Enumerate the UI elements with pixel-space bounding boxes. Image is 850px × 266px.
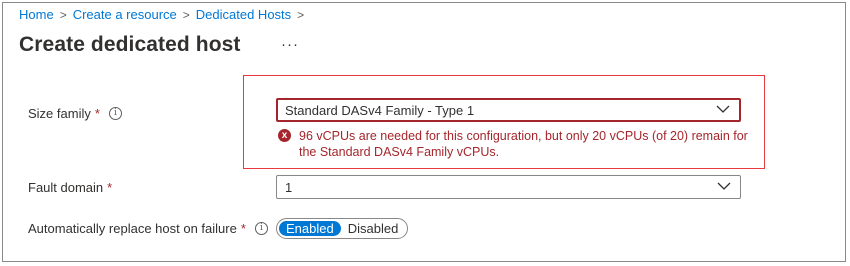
size-family-label-text: Size family (28, 106, 91, 121)
info-icon[interactable]: i (254, 222, 268, 235)
size-family-dropdown[interactable]: Standard DASv4 Family - Type 1 (276, 98, 741, 122)
size-family-error-text: 96 vCPUs are needed for this configurati… (299, 129, 748, 159)
auto-replace-toggle: Enabled Disabled (276, 218, 409, 239)
size-family-value: Standard DASv4 Family - Type 1 (285, 102, 475, 118)
fault-domain-label-text: Fault domain (28, 180, 104, 195)
breadcrumb-separator: > (59, 7, 67, 22)
chevron-down-icon (717, 182, 731, 190)
required-marker: * (240, 221, 246, 236)
size-family-label: Size family * i (28, 106, 122, 121)
info-icon[interactable]: i (108, 107, 122, 120)
page-title: Create dedicated host (19, 33, 241, 56)
error-circle-icon: x (278, 129, 291, 142)
breadcrumb-separator: > (297, 7, 305, 22)
required-marker: * (107, 180, 113, 195)
breadcrumb-home[interactable]: Home (19, 7, 54, 22)
fault-domain-value: 1 (285, 179, 293, 195)
toggle-disabled-option[interactable]: Disabled (341, 221, 406, 236)
more-options-button[interactable]: ··· (281, 36, 299, 53)
chevron-down-icon (716, 105, 730, 113)
auto-replace-label-text: Automatically replace host on failure (28, 221, 237, 236)
toggle-enabled-option[interactable]: Enabled (279, 221, 341, 236)
breadcrumb-dedicated-hosts[interactable]: Dedicated Hosts (196, 7, 291, 22)
required-marker: * (94, 106, 100, 121)
auto-replace-label: Automatically replace host on failure * … (28, 221, 268, 236)
breadcrumb: Home > Create a resource > Dedicated Hos… (19, 7, 310, 22)
size-family-error: x 96 vCPUs are needed for this configura… (278, 128, 749, 160)
fault-domain-label: Fault domain * (28, 180, 112, 195)
breadcrumb-separator: > (182, 7, 190, 22)
breadcrumb-create-resource[interactable]: Create a resource (73, 7, 177, 22)
fault-domain-dropdown[interactable]: 1 (276, 175, 741, 199)
